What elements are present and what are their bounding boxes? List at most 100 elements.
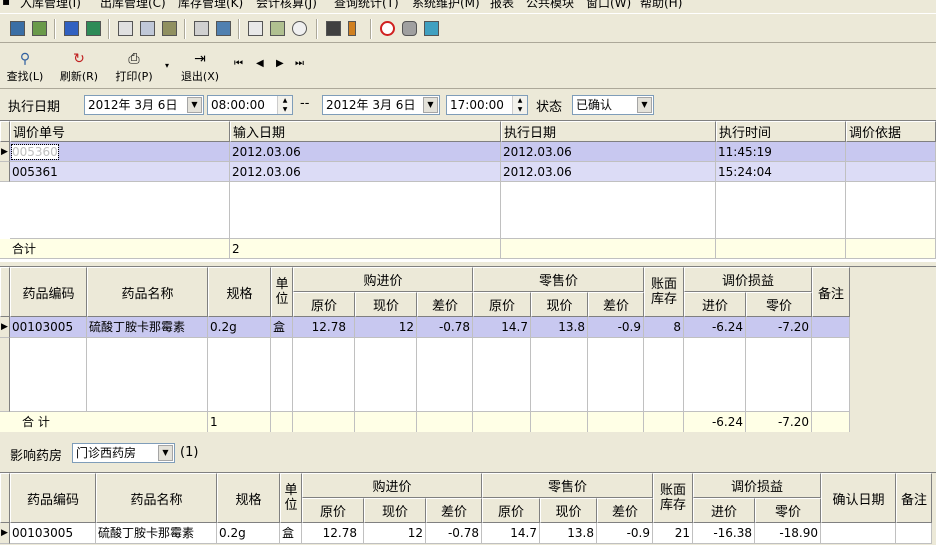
gain-in-cell[interactable]: -16.38 — [693, 523, 755, 544]
col-input-date[interactable]: 输入日期 — [230, 121, 501, 142]
pharmacy-dropdown-icon[interactable]: ▼ — [158, 445, 173, 461]
col-spec[interactable]: 规格 — [208, 267, 271, 317]
last-record-icon[interactable]: ⏭ — [295, 58, 304, 69]
basis-cell[interactable] — [846, 142, 936, 162]
time-to-input[interactable]: 17:00:00 ▲ ▼ — [446, 95, 528, 115]
print-button[interactable]: ⎙ 打印(P) — [110, 50, 158, 86]
col-drug-code[interactable]: 药品编码 — [10, 267, 87, 317]
col-basis[interactable]: 调价依据 — [846, 121, 936, 142]
purchase-diff-cell[interactable]: -0.78 — [417, 317, 473, 338]
col-drug-name[interactable]: 药品名称 — [87, 267, 208, 317]
order-no-cell[interactable]: 005361 — [10, 162, 230, 182]
menu-query[interactable]: 查询统计(T) — [334, 0, 399, 10]
table-row[interactable]: 005360 — [10, 142, 230, 162]
menu-window[interactable]: 窗口(W) — [586, 0, 631, 10]
col-confirm-date[interactable]: 确认日期 — [821, 473, 896, 523]
col-spec[interactable]: 规格 — [217, 473, 280, 523]
open-icon[interactable] — [10, 21, 25, 36]
retail-diff-cell[interactable]: -0.9 — [597, 523, 653, 544]
purchase-orig-cell[interactable]: 12.78 — [293, 317, 355, 338]
find-button[interactable]: ⚲ 查找(L) — [2, 50, 48, 86]
car-icon[interactable] — [326, 21, 341, 36]
col-gain-in[interactable]: 进价 — [684, 292, 746, 317]
retail-now-cell[interactable]: 13.8 — [540, 523, 597, 544]
time-from-input[interactable]: 08:00:00 ▲ ▼ — [207, 95, 293, 115]
prev-record-icon[interactable]: ◀ — [256, 58, 264, 69]
zoom-icon[interactable] — [292, 21, 307, 36]
first-record-icon[interactable]: ⏮ — [234, 58, 243, 69]
purchase-now-cell[interactable]: 12 — [355, 317, 417, 338]
col-drug-code[interactable]: 药品编码 — [10, 473, 96, 523]
col-retail-diff[interactable]: 差价 — [588, 292, 644, 317]
pharmacy-select[interactable]: 门诊西药房 ▼ — [72, 443, 175, 463]
drug-name-cell[interactable]: 硫酸丁胺卡那霉素 — [96, 523, 217, 544]
report-icon[interactable] — [64, 21, 79, 36]
drug-code-cell[interactable]: 00103005 — [10, 317, 87, 338]
col-exec-date[interactable]: 执行日期 — [501, 121, 716, 142]
date-from-picker[interactable]: 2012年 3月 6日 ▼ — [84, 95, 204, 115]
spec-cell[interactable]: 0.2g — [208, 317, 271, 338]
remark-cell[interactable] — [812, 317, 850, 338]
status-select[interactable]: 已确认 ▼ — [572, 95, 654, 115]
clipboard-icon[interactable] — [118, 21, 133, 36]
exec-time-cell[interactable]: 11:45:19 — [716, 142, 846, 162]
col-retail-now[interactable]: 现价 — [540, 498, 597, 523]
check-icon[interactable] — [86, 21, 101, 36]
col-gain-retail[interactable]: 零价 — [755, 498, 821, 523]
exec-time-cell[interactable]: 15:24:04 — [716, 162, 846, 182]
purchase-diff-cell[interactable]: -0.78 — [426, 523, 482, 544]
gain-retail-cell[interactable]: -7.20 — [746, 317, 812, 338]
spec-cell[interactable]: 0.2g — [217, 523, 280, 544]
menu-common[interactable]: 公共模块 — [526, 0, 574, 10]
menu-inventory[interactable]: 库存管理(K) — [178, 0, 243, 10]
col-purchase-orig[interactable]: 原价 — [302, 498, 364, 523]
col-stock[interactable]: 账面库存 — [644, 267, 684, 317]
col-retail-diff[interactable]: 差价 — [597, 498, 653, 523]
exit-button[interactable]: ⇥ 退出(X) — [176, 50, 224, 86]
table-icon[interactable] — [216, 21, 231, 36]
retail-now-cell[interactable]: 13.8 — [531, 317, 588, 338]
col-purchase-orig[interactable]: 原价 — [293, 292, 355, 317]
menu-help[interactable]: 帮助(H) — [640, 0, 682, 10]
gain-in-cell[interactable]: -6.24 — [684, 317, 746, 338]
thermometer-icon[interactable] — [348, 21, 356, 36]
stock-cell[interactable]: 21 — [653, 523, 693, 544]
menu-reports[interactable]: 报表 — [490, 0, 514, 10]
purchase-orig-cell[interactable]: 12.78 — [302, 523, 364, 544]
stop-icon[interactable] — [380, 21, 395, 36]
print-preview-icon[interactable] — [270, 21, 285, 36]
input-date-cell[interactable]: 2012.03.06 — [230, 162, 501, 182]
col-retail-orig[interactable]: 原价 — [473, 292, 531, 317]
gain-retail-cell[interactable]: -18.90 — [755, 523, 821, 544]
exec-date-cell[interactable]: 2012.03.06 — [501, 142, 716, 162]
copy-icon[interactable] — [194, 21, 209, 36]
input-date-cell[interactable]: 2012.03.06 — [230, 142, 501, 162]
date-to-dropdown-icon[interactable]: ▼ — [423, 97, 438, 113]
col-purchase-diff[interactable]: 差价 — [426, 498, 482, 523]
window-icon[interactable] — [424, 21, 439, 36]
col-exec-time[interactable]: 执行时间 — [716, 121, 846, 142]
col-gain-retail[interactable]: 零价 — [746, 292, 812, 317]
drug-name-cell[interactable]: 硫酸丁胺卡那霉素 — [87, 317, 208, 338]
time-to-spinner-icon[interactable]: ▲ ▼ — [512, 96, 527, 114]
menu-system[interactable]: 系统维护(M) — [412, 0, 480, 10]
date-to-picker[interactable]: 2012年 3月 6日 ▼ — [322, 95, 440, 115]
purchase-now-cell[interactable]: 12 — [364, 523, 426, 544]
remark-cell[interactable] — [896, 523, 932, 544]
col-purchase-now[interactable]: 现价 — [364, 498, 426, 523]
col-retail-now[interactable]: 现价 — [531, 292, 588, 317]
col-retail-orig[interactable]: 原价 — [482, 498, 540, 523]
stock-cell[interactable]: 8 — [644, 317, 684, 338]
col-remark[interactable]: 备注 — [812, 267, 850, 317]
date-from-dropdown-icon[interactable]: ▼ — [187, 97, 202, 113]
retail-diff-cell[interactable]: -0.9 — [588, 317, 644, 338]
retail-orig-cell[interactable]: 14.7 — [473, 317, 531, 338]
col-order-no[interactable]: 调价单号 — [10, 121, 230, 142]
save-icon[interactable] — [32, 21, 47, 36]
unit-cell[interactable]: 盒 — [271, 317, 293, 338]
next-record-icon[interactable]: ▶ — [276, 58, 284, 69]
col-remark[interactable]: 备注 — [896, 473, 932, 523]
menu-outbound[interactable]: 出库管理(C) — [100, 0, 166, 10]
retail-orig-cell[interactable]: 14.7 — [482, 523, 540, 544]
status-dropdown-icon[interactable]: ▼ — [637, 97, 652, 113]
